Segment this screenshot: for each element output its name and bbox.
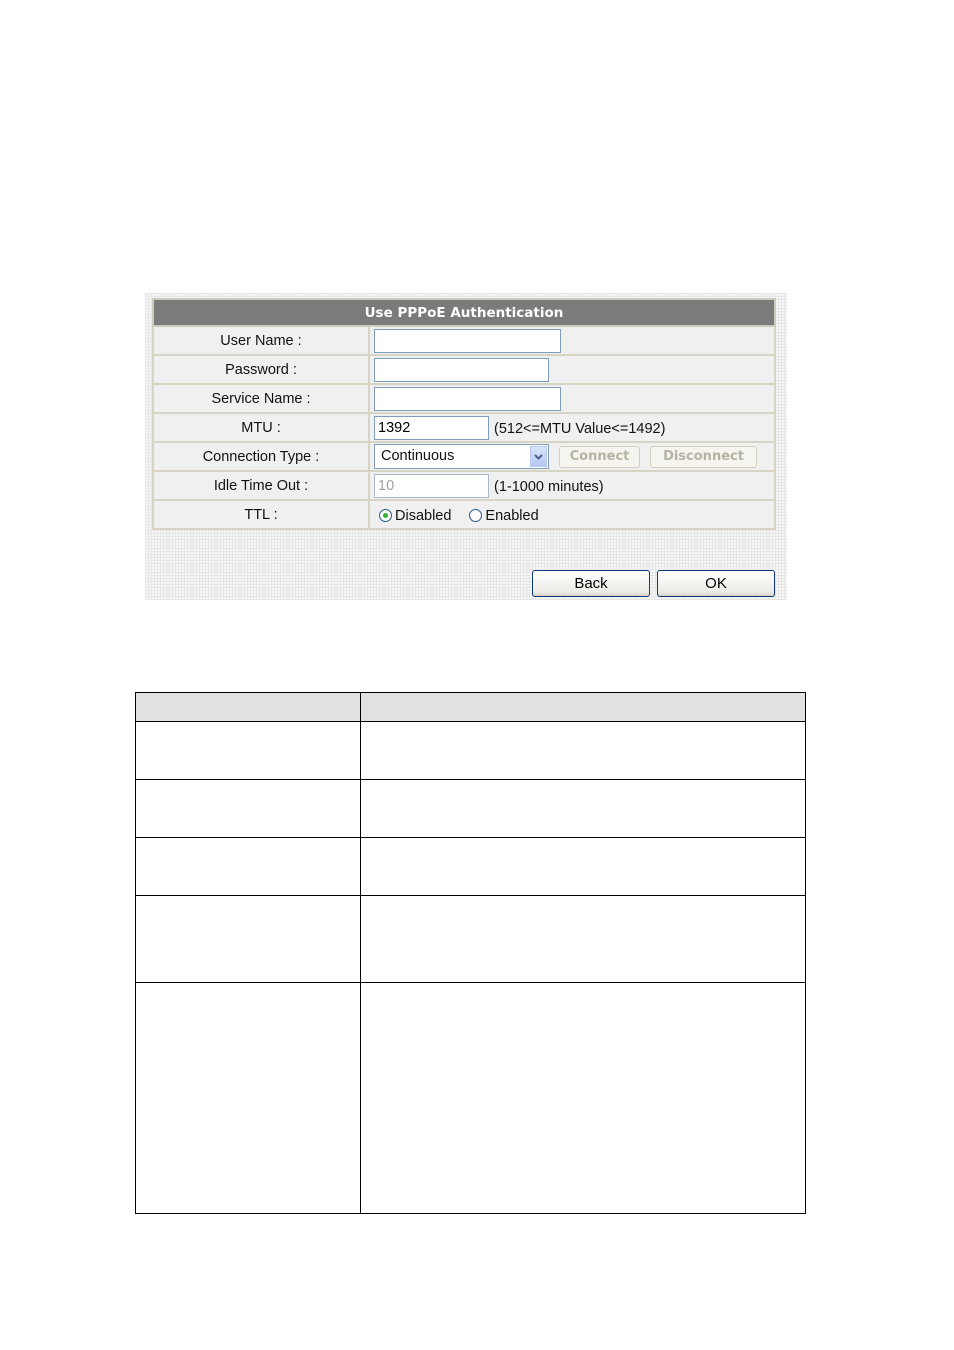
ttl-enabled-label: Enabled	[485, 507, 539, 524]
form-title: Use PPPoE Authentication	[152, 298, 776, 327]
pppoe-settings-panel: Use PPPoE Authentication User Name : Pas…	[145, 293, 787, 600]
table-cell	[135, 779, 361, 838]
idle-time-out-hint: (1-1000 minutes)	[494, 479, 604, 495]
table-cell	[360, 837, 806, 896]
connection-type-value: Continuous	[381, 448, 455, 464]
row-password: Password :	[152, 354, 776, 385]
table-cell	[135, 721, 361, 780]
idle-time-out-label: Idle Time Out :	[152, 470, 370, 501]
ttl-disabled-radio[interactable]: Disabled	[379, 508, 451, 524]
table-cell	[360, 721, 806, 780]
header-cell	[135, 692, 361, 722]
row-mtu: MTU : (512<=MTU Value<=1492)	[152, 412, 776, 443]
table-row	[135, 837, 806, 896]
table-row	[135, 779, 806, 838]
row-user-name: User Name :	[152, 325, 776, 356]
connection-type-label: Connection Type :	[152, 441, 370, 472]
service-name-label: Service Name :	[152, 383, 370, 414]
user-name-input[interactable]	[374, 328, 561, 353]
row-service-name: Service Name :	[152, 383, 776, 414]
ttl-disabled-label: Disabled	[395, 507, 452, 524]
connect-button[interactable]: Connect	[559, 445, 640, 468]
row-connection-type: Connection Type : Continuous Connect Disc…	[152, 441, 776, 472]
password-input[interactable]	[374, 357, 549, 382]
table-cell	[360, 982, 806, 1214]
header-cell	[360, 692, 806, 722]
mtu-input[interactable]	[374, 415, 489, 440]
back-button[interactable]: Back	[532, 570, 650, 597]
user-name-label: User Name :	[152, 325, 370, 356]
connection-type-select[interactable]: Continuous	[374, 444, 549, 469]
idle-time-out-input[interactable]	[374, 473, 489, 498]
radio-selected-icon[interactable]	[379, 509, 392, 522]
radio-unselected-icon[interactable]	[469, 509, 483, 522]
service-name-input[interactable]	[374, 386, 561, 411]
table-row	[135, 721, 806, 780]
password-label: Password :	[152, 354, 370, 385]
row-ttl: TTL : Disabled Enabled	[152, 499, 776, 530]
table-cell	[360, 895, 806, 983]
table-cell	[135, 982, 361, 1214]
row-idle-time-out: Idle Time Out : (1-1000 minutes)	[152, 470, 776, 501]
disconnect-button[interactable]: Disconnect	[650, 445, 757, 468]
table-row	[135, 982, 806, 1214]
table-row	[135, 895, 806, 983]
table-cell	[135, 895, 361, 983]
pppoe-form-table: Use PPPoE Authentication User Name : Pas…	[152, 298, 776, 530]
ttl-enabled-radio[interactable]: Enabled	[469, 507, 539, 524]
table-cell	[135, 837, 361, 896]
mtu-hint: (512<=MTU Value<=1492)	[494, 421, 666, 437]
ok-button[interactable]: OK	[657, 570, 775, 597]
mtu-label: MTU :	[152, 412, 370, 443]
chevron-down-icon[interactable]	[530, 446, 547, 467]
description-table-header	[135, 692, 806, 722]
ttl-label: TTL :	[152, 499, 370, 530]
table-cell	[360, 779, 806, 838]
description-table	[135, 692, 806, 1214]
